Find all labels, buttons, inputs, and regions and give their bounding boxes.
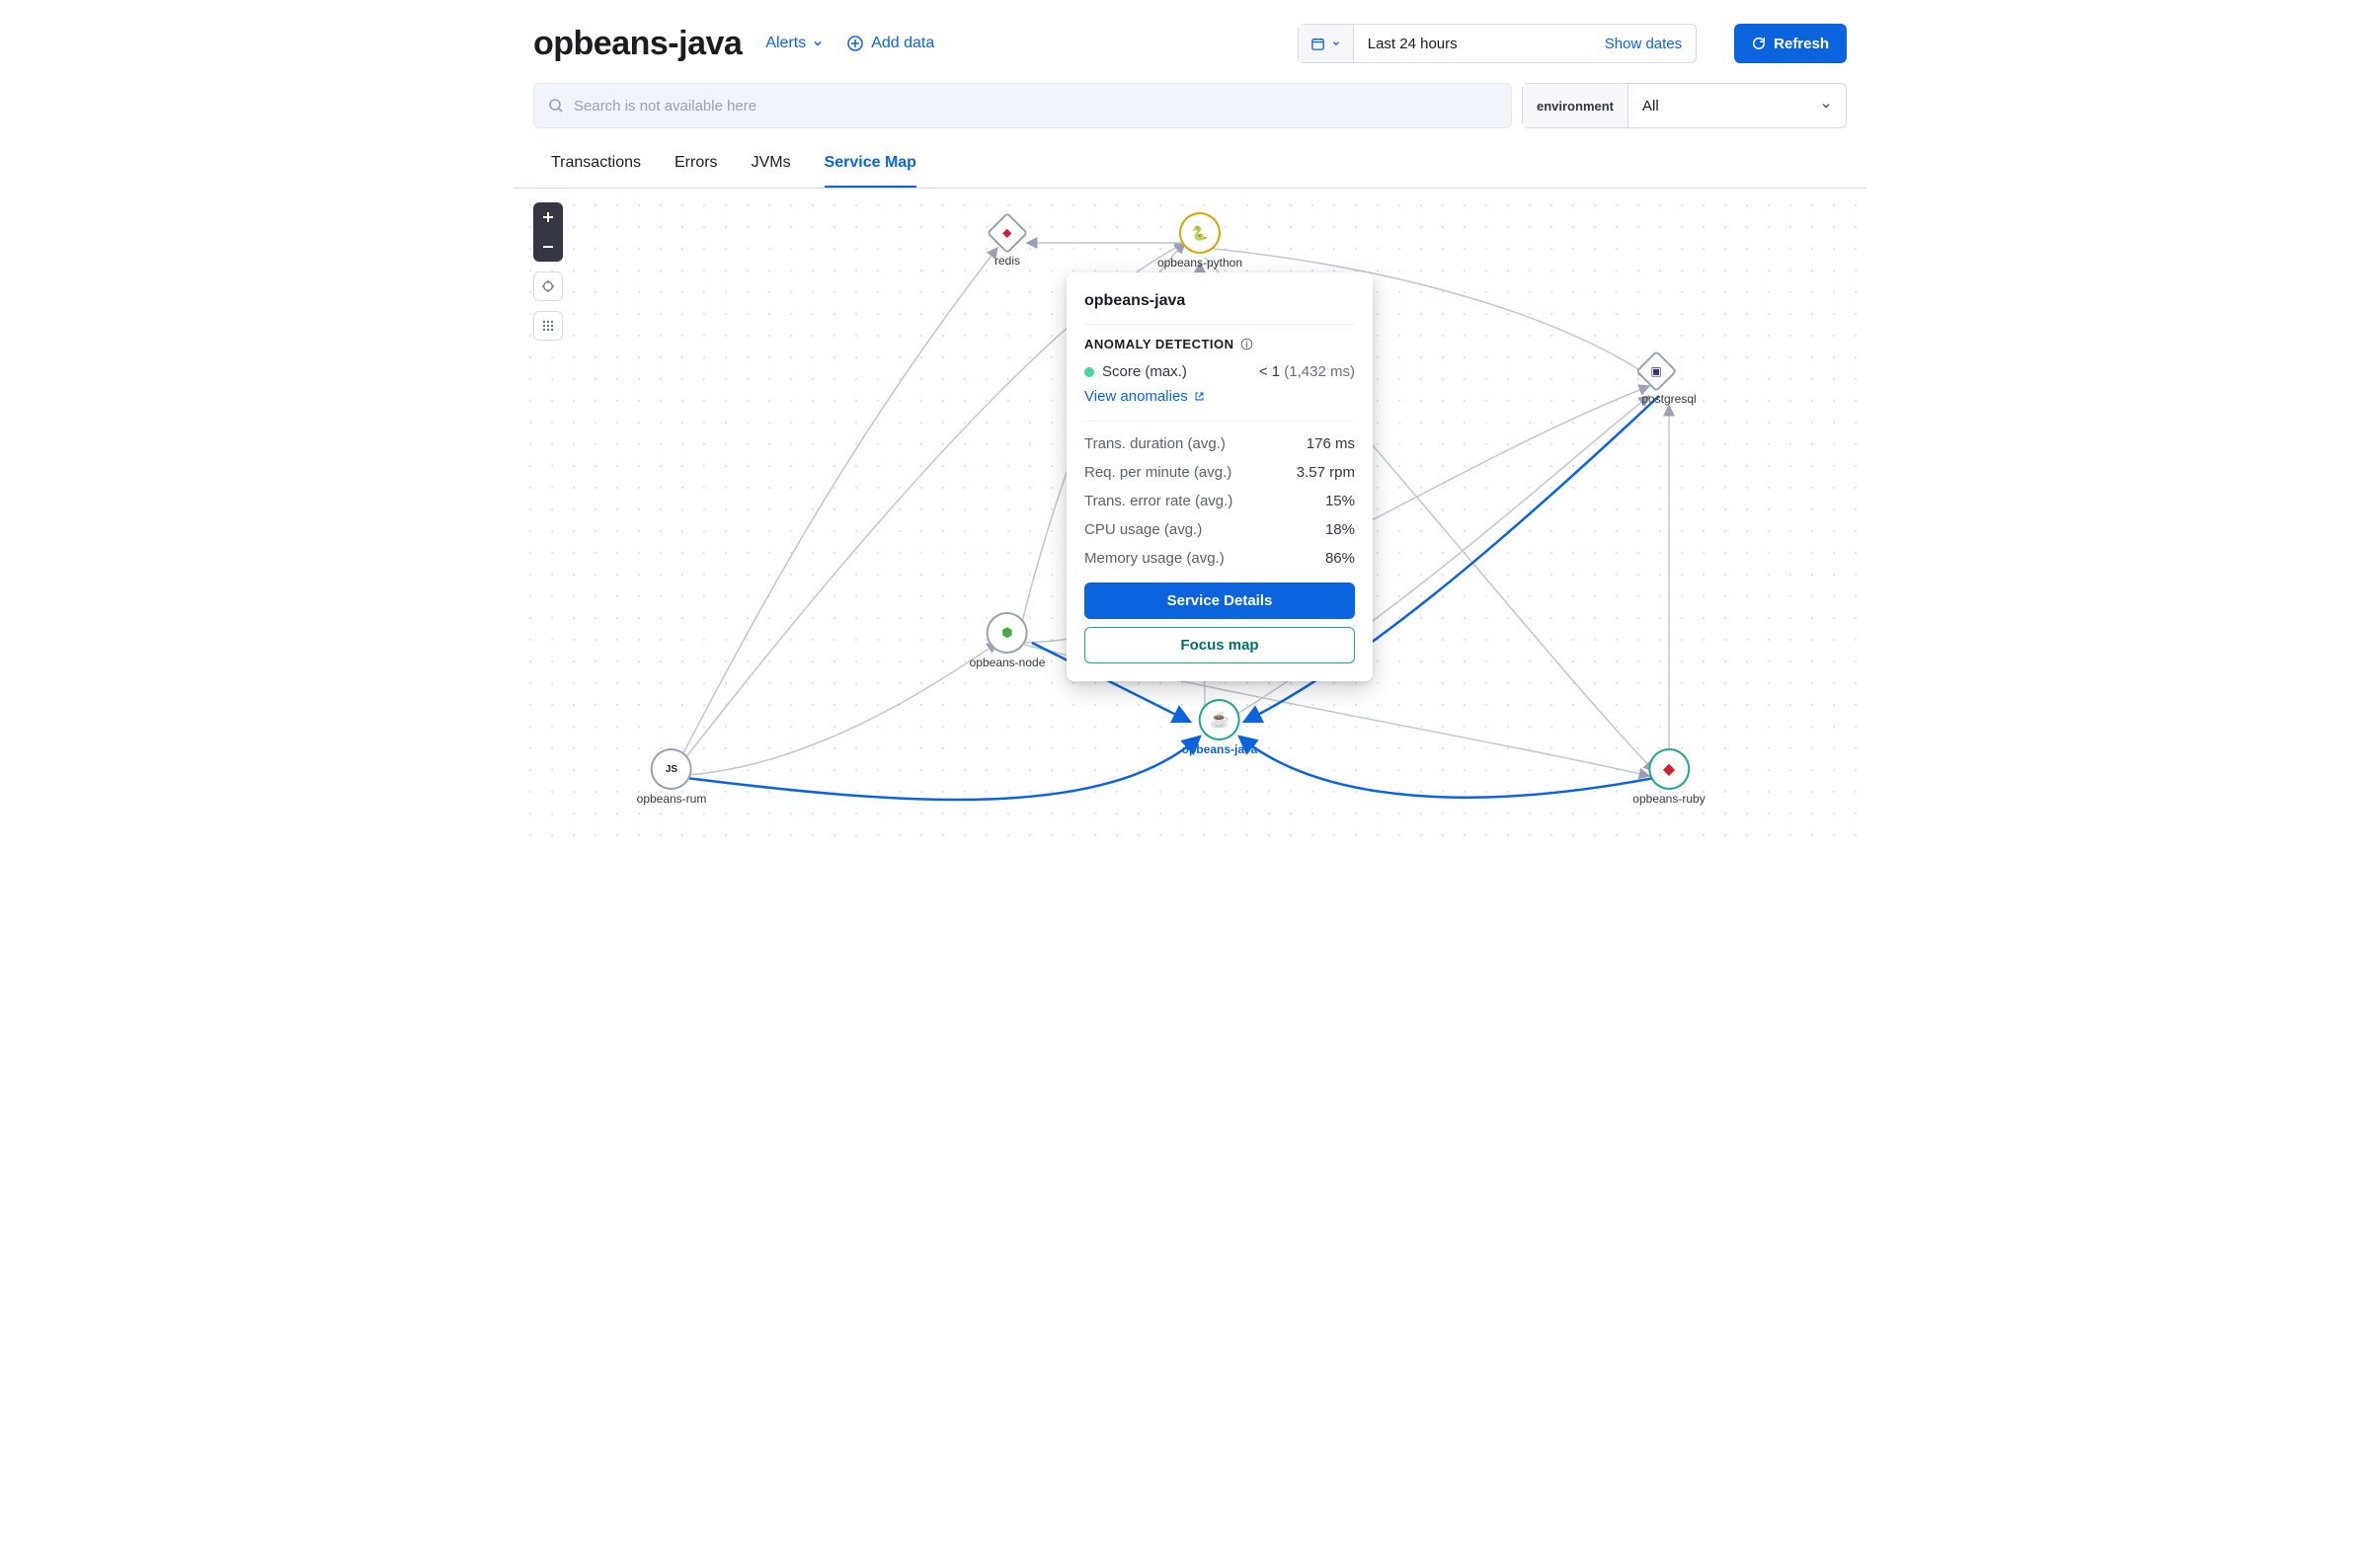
node-icon: ⬢ [991,616,1024,650]
node-label: opbeans-node [970,656,1046,669]
environment-label: environment [1523,84,1628,127]
plus-icon [543,212,553,222]
stat-row: Memory usage (avg.)86% [1084,544,1355,573]
service-popover: opbeans-java ANOMALY DETECTION Score (ma… [1067,272,1373,681]
center-map-button[interactable] [533,272,563,301]
service-node-redis[interactable]: ◆ redis [992,218,1022,268]
node-label: opbeans-java [1182,742,1258,756]
java-icon: ☕ [1203,703,1236,737]
service-node-opbeans-node[interactable]: ⬢ opbeans-node [970,616,1046,669]
tab-service-map[interactable]: Service Map [825,154,916,188]
ruby-icon: ◆ [1652,752,1686,786]
node-label: opbeans-rum [637,792,707,806]
python-icon: 🐍 [1183,216,1217,250]
stat-row: Req. per minute (avg.)3.57 rpm [1084,458,1355,487]
focus-map-button[interactable]: Focus map [1084,627,1355,663]
refresh-label: Refresh [1774,36,1829,52]
tab-bar: Transactions Errors JVMs Service Map [514,128,1866,189]
environment-value: All [1642,98,1659,115]
zoom-out-button[interactable] [533,232,563,262]
zoom-in-button[interactable] [533,202,563,232]
date-picker[interactable]: Last 24 hours Show dates [1298,24,1697,63]
environment-select[interactable]: All [1628,84,1846,127]
tab-errors[interactable]: Errors [674,154,718,188]
service-map-canvas[interactable]: ◆ redis 🐍 opbeans-python ▣ postgresql ⬢ … [514,189,1866,850]
service-node-postgresql[interactable]: ▣ postgresql [1641,356,1696,406]
calendar-icon [1310,37,1325,51]
date-range-label: Last 24 hours [1354,25,1591,62]
popover-title: opbeans-java [1084,292,1355,324]
show-dates-button[interactable]: Show dates [1591,25,1696,62]
node-label: opbeans-python [1157,256,1242,270]
page-title: opbeans-java [533,25,742,63]
refresh-button[interactable]: Refresh [1734,24,1847,63]
node-label: redis [992,254,1022,268]
redis-icon: ◆ [987,212,1028,254]
service-node-opbeans-python[interactable]: 🐍 opbeans-python [1157,216,1242,270]
service-node-opbeans-rum[interactable]: JS opbeans-rum [637,752,707,806]
plus-circle-icon [847,36,863,51]
search-placeholder: Search is not available here [574,98,756,115]
js-icon: JS [655,752,688,786]
stat-row: Trans. error rate (avg.)15% [1084,487,1355,515]
refresh-icon [1752,37,1766,50]
tab-transactions[interactable]: Transactions [551,154,641,188]
node-label: postgresql [1641,392,1696,406]
stat-row: CPU usage (avg.)18% [1084,515,1355,544]
chevron-down-icon [1820,100,1832,112]
calendar-button[interactable] [1299,25,1354,62]
postgres-icon: ▣ [1635,350,1677,392]
view-anomalies-link[interactable]: View anomalies [1084,388,1205,417]
health-dot-icon [1084,367,1094,377]
node-label: opbeans-ruby [1632,792,1705,806]
score-label: Score (max.) [1084,363,1187,380]
add-data-label: Add data [871,35,934,52]
tab-jvms[interactable]: JVMs [752,154,791,188]
info-icon[interactable] [1240,338,1253,350]
service-node-opbeans-java[interactable]: ☕ opbeans-java [1182,703,1258,756]
anomaly-section-title: ANOMALY DETECTION [1084,324,1355,361]
popout-icon [1194,391,1205,402]
stat-row: Trans. duration (avg.)176 ms [1084,429,1355,458]
service-node-opbeans-ruby[interactable]: ◆ opbeans-ruby [1632,752,1705,806]
alerts-dropdown[interactable]: Alerts [765,35,824,52]
search-icon [548,98,564,114]
search-input-disabled: Search is not available here [533,83,1512,128]
grip-icon [542,320,554,332]
add-data-button[interactable]: Add data [847,35,934,52]
crosshair-icon [541,279,555,293]
minus-icon [543,242,553,252]
score-value: < 1 (1,432 ms) [1259,363,1355,380]
alerts-label: Alerts [765,35,806,52]
chevron-down-icon [812,38,824,49]
drag-handle-button[interactable] [533,311,563,341]
chevron-down-icon [1331,39,1341,48]
service-details-button[interactable]: Service Details [1084,582,1355,619]
